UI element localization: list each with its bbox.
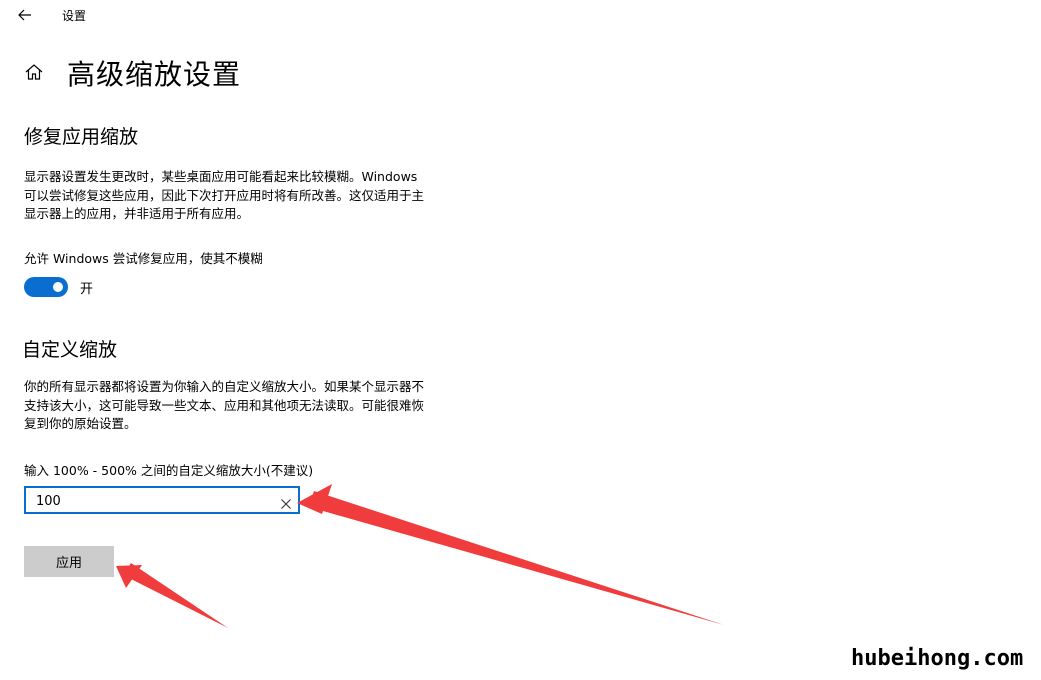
custom-scaling-description-line: 你的所有显示器都将设置为你输入的自定义缩放大小。如果某个显示器不 [24,379,425,394]
arrow-to-input [297,484,724,625]
apply-button[interactable]: 应用 [24,546,114,577]
custom-scaling-input[interactable] [36,492,276,510]
custom-scaling-description: 你的所有显示器都将设置为你输入的自定义缩放大小。如果某个显示器不 支持该大小，这… [24,378,479,434]
window-title: 设置 [62,9,87,23]
custom-scaling-field[interactable] [24,486,300,514]
watermark: hubeihong.com [851,646,1024,671]
toggle-knob [53,282,63,292]
fix-scaling-description-line: 可以尝试修复这些应用，因此下次打开应用时将有所改善。这仅适用于主 [24,187,425,203]
toggle-state-text: 开 [80,282,94,297]
fix-scaling-description: 显示器设置发生更改时，某些桌面应用可能看起来比较模糊。Windows 可以尝试修… [24,168,479,224]
fix-scaling-description-line: 显示器上的应用，并非适用于所有应用。 [24,206,250,221]
page-title: 高级缩放设置 [67,58,242,91]
clear-icon[interactable] [280,495,292,509]
custom-scaling-description-line: 复到你的原始设置。 [24,416,137,431]
back-arrow-icon[interactable] [14,4,36,26]
custom-scaling-description-line: 支持该大小，这可能导致一些文本、应用和其他项无法读取。可能很难恢 [24,397,425,413]
fix-blur-toggle[interactable] [24,277,68,297]
fix-scaling-heading: 修复应用缩放 [24,126,139,148]
custom-scaling-heading: 自定义缩放 [22,339,118,361]
arrow-to-apply [116,563,228,628]
custom-scaling-input-label: 输入 100% - 500% 之间的自定义缩放大小(不建议) [24,463,314,478]
title-bar: 设置 [0,0,1041,30]
fix-blur-toggle-label: 允许 Windows 尝试修复应用，使其不模糊 [24,251,263,266]
fix-scaling-description-line: 显示器设置发生更改时，某些桌面应用可能看起来比较模糊。Windows [24,169,418,184]
home-icon[interactable] [24,62,44,82]
annotation-arrows [116,484,724,628]
